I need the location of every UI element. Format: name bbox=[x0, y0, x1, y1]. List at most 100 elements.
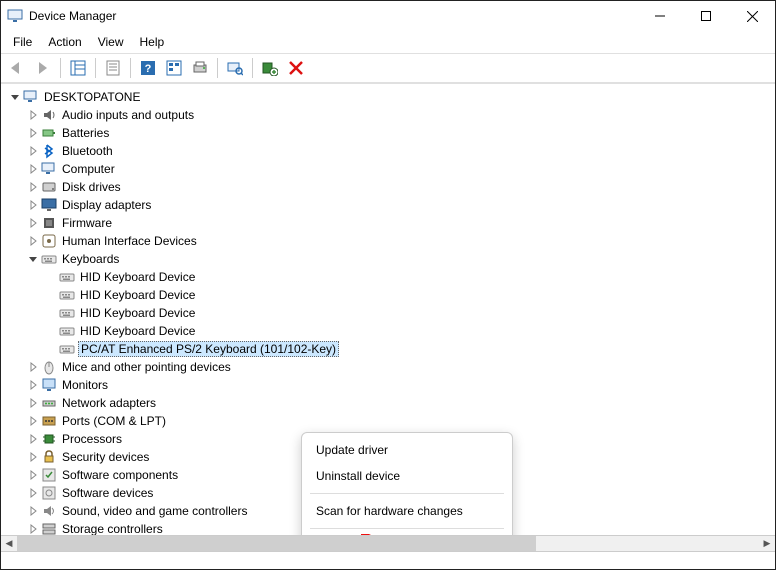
tree-node[interactable]: Firmware bbox=[25, 214, 775, 232]
tree-node[interactable]: Human Interface Devices bbox=[25, 232, 775, 250]
expand-icon[interactable] bbox=[25, 485, 41, 501]
expand-icon[interactable] bbox=[25, 125, 41, 141]
context-menu-item[interactable]: Uninstall device bbox=[302, 463, 512, 489]
tree-node-label[interactable]: Mice and other pointing devices bbox=[60, 360, 233, 374]
collapse-icon[interactable] bbox=[7, 89, 23, 105]
expand-icon[interactable] bbox=[25, 503, 41, 519]
tree-node[interactable]: Batteries bbox=[25, 124, 775, 142]
tree-node-label[interactable]: Computer bbox=[60, 162, 117, 176]
expand-icon[interactable] bbox=[25, 161, 41, 177]
tree-node-label[interactable]: HID Keyboard Device bbox=[78, 270, 197, 284]
tree-node-label[interactable]: HID Keyboard Device bbox=[78, 306, 197, 320]
keyboard-icon bbox=[59, 287, 75, 303]
hid-icon bbox=[41, 233, 57, 249]
expand-icon[interactable] bbox=[25, 377, 41, 393]
back-button[interactable] bbox=[5, 56, 29, 80]
expand-icon[interactable] bbox=[25, 467, 41, 483]
expander-spacer bbox=[43, 269, 59, 285]
tree-node[interactable]: Monitors bbox=[25, 376, 775, 394]
tree-node-label[interactable]: DESKTOPATONE bbox=[42, 90, 142, 104]
show-hide-tree-button[interactable] bbox=[66, 56, 90, 80]
tree-node[interactable]: Mice and other pointing devices bbox=[25, 358, 775, 376]
expand-icon[interactable] bbox=[25, 233, 41, 249]
tree-node[interactable]: HID Keyboard Device bbox=[43, 322, 775, 340]
tree-node[interactable]: HID Keyboard Device bbox=[43, 304, 775, 322]
tree-node[interactable]: Network adapters bbox=[25, 394, 775, 412]
minimize-button[interactable] bbox=[637, 1, 683, 31]
close-button[interactable] bbox=[729, 1, 775, 31]
menu-view[interactable]: View bbox=[92, 33, 130, 51]
firmware-icon bbox=[41, 215, 57, 231]
tree-node-label[interactable]: Security devices bbox=[60, 450, 151, 464]
tree-node-label[interactable]: Display adapters bbox=[60, 198, 153, 212]
context-menu-item[interactable]: Scan for hardware changes bbox=[302, 498, 512, 524]
battery-icon bbox=[41, 125, 57, 141]
tree-node-label[interactable]: Disk drives bbox=[60, 180, 123, 194]
tree-node-label[interactable]: Monitors bbox=[60, 378, 110, 392]
tree-node-label[interactable]: Audio inputs and outputs bbox=[60, 108, 196, 122]
expand-icon[interactable] bbox=[25, 143, 41, 159]
expand-icon[interactable] bbox=[25, 521, 41, 535]
tree-node[interactable]: DESKTOPATONE bbox=[7, 88, 775, 106]
tree-node-label[interactable]: Batteries bbox=[60, 126, 111, 140]
tree-node-label[interactable]: Software devices bbox=[60, 486, 155, 500]
menu-file[interactable]: File bbox=[7, 33, 38, 51]
collapse-icon[interactable] bbox=[25, 251, 41, 267]
expand-icon[interactable] bbox=[25, 179, 41, 195]
properties-button[interactable] bbox=[101, 56, 125, 80]
print-button[interactable] bbox=[188, 56, 212, 80]
monitor-icon bbox=[41, 377, 57, 393]
expand-icon[interactable] bbox=[25, 413, 41, 429]
scrollbar-left-icon[interactable]: ◀ bbox=[1, 536, 17, 551]
tree-node-label[interactable]: Storage controllers bbox=[60, 522, 165, 535]
mouse-icon bbox=[41, 359, 57, 375]
tree-node[interactable]: Bluetooth bbox=[25, 142, 775, 160]
tree-node-label[interactable]: Keyboards bbox=[60, 252, 121, 266]
tree-node[interactable]: PC/AT Enhanced PS/2 Keyboard (101/102-Ke… bbox=[43, 340, 775, 358]
context-menu-separator bbox=[310, 528, 504, 529]
keyboard-icon bbox=[59, 323, 75, 339]
maximize-button[interactable] bbox=[683, 1, 729, 31]
tree-node[interactable]: Disk drives bbox=[25, 178, 775, 196]
tree-node[interactable]: Computer bbox=[25, 160, 775, 178]
tree-pane[interactable]: DESKTOPATONE Audio inputs and outputs Batt… bbox=[1, 83, 775, 535]
expand-icon[interactable] bbox=[25, 449, 41, 465]
expand-icon[interactable] bbox=[25, 215, 41, 231]
tree-node-label[interactable]: Processors bbox=[60, 432, 124, 446]
tree-node[interactable]: Audio inputs and outputs bbox=[25, 106, 775, 124]
scrollbar-right-icon[interactable]: ▶ bbox=[759, 536, 775, 551]
tree-node-label[interactable]: PC/AT Enhanced PS/2 Keyboard (101/102-Ke… bbox=[78, 341, 339, 357]
details-button[interactable] bbox=[162, 56, 186, 80]
tree-node[interactable]: HID Keyboard Device bbox=[43, 268, 775, 286]
help-button[interactable]: ? bbox=[136, 56, 160, 80]
tree-node-label[interactable]: Human Interface Devices bbox=[60, 234, 199, 248]
menu-help[interactable]: Help bbox=[134, 33, 171, 51]
tree-node-label[interactable]: Firmware bbox=[60, 216, 114, 230]
tree-node-label[interactable]: Software components bbox=[60, 468, 180, 482]
expand-icon[interactable] bbox=[25, 395, 41, 411]
tree-node[interactable]: HID Keyboard Device bbox=[43, 286, 775, 304]
scrollbar-track[interactable] bbox=[17, 536, 759, 551]
tree-node[interactable]: Keyboards bbox=[25, 250, 775, 268]
context-menu-item[interactable]: Update driver bbox=[302, 437, 512, 463]
tree-node[interactable]: Display adapters bbox=[25, 196, 775, 214]
tree-node[interactable]: Ports (COM & LPT) bbox=[25, 412, 775, 430]
tree-node-label[interactable]: Bluetooth bbox=[60, 144, 115, 158]
add-legacy-button[interactable] bbox=[258, 56, 282, 80]
horizontal-scrollbar[interactable]: ◀ ▶ bbox=[1, 535, 775, 551]
scrollbar-thumb[interactable] bbox=[17, 536, 536, 551]
tree-node-label[interactable]: Sound, video and game controllers bbox=[60, 504, 249, 518]
uninstall-button[interactable] bbox=[284, 56, 308, 80]
expand-icon[interactable] bbox=[25, 359, 41, 375]
forward-button[interactable] bbox=[31, 56, 55, 80]
expand-icon[interactable] bbox=[25, 197, 41, 213]
tree-node-label[interactable]: Ports (COM & LPT) bbox=[60, 414, 168, 428]
scan-hardware-button[interactable] bbox=[223, 56, 247, 80]
expand-icon[interactable] bbox=[25, 107, 41, 123]
tree-node-label[interactable]: Network adapters bbox=[60, 396, 158, 410]
expand-icon[interactable] bbox=[25, 431, 41, 447]
tree-node-label[interactable]: HID Keyboard Device bbox=[78, 324, 197, 338]
context-menu-item[interactable]: Properties bbox=[302, 533, 512, 535]
menu-action[interactable]: Action bbox=[42, 33, 87, 51]
tree-node-label[interactable]: HID Keyboard Device bbox=[78, 288, 197, 302]
